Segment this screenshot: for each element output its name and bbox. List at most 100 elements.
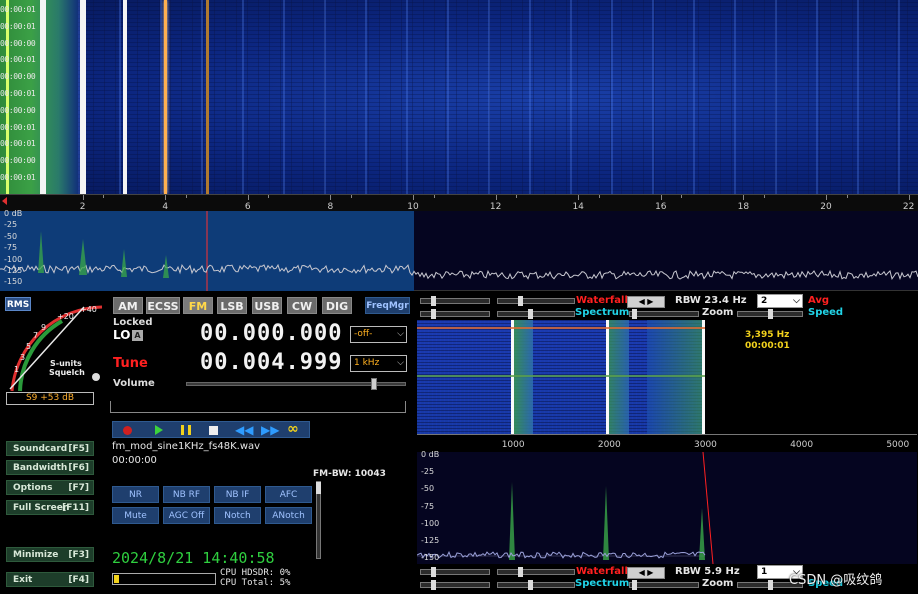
audio-db-label: -50	[421, 484, 435, 494]
squelch-label: Squelch	[49, 368, 85, 377]
side-button-label: Full Screen	[13, 503, 70, 513]
rbw-arrow-buttons[interactable]: ◀ ▶	[627, 567, 665, 579]
dsp-button-anotch[interactable]: ANotch	[265, 507, 312, 524]
audio-harmonic-line	[702, 320, 705, 434]
dsp-button-nb-if[interactable]: NB IF	[214, 486, 261, 503]
audio-spectrum[interactable]: 0 dB -25 -50 -75 -100 -125 -150	[417, 450, 917, 564]
fm-bw-slider[interactable]	[316, 481, 321, 559]
audio-top-controls: Waterfall ◀ ▶ RBW 23.4 Hz 2 ⌵ Avg Spectru…	[415, 292, 918, 320]
spectrum-level-slider[interactable]	[497, 580, 575, 590]
side-button-options[interactable]: Options [F7]	[6, 480, 94, 495]
audio-db-label: 0 dB	[421, 450, 440, 459]
audio-db-label: -125	[421, 536, 440, 545]
rewind-icon[interactable]: ◀◀	[235, 423, 253, 437]
axis-tick-mark	[660, 195, 662, 200]
mode-button-lsb[interactable]: LSB	[217, 297, 247, 314]
audio-bottom-controls: Waterfall ◀ ▶ RBW 5.9 Hz 1 ⌵ Spectrum Zoo…	[415, 564, 918, 594]
squelch-knob[interactable]	[92, 373, 100, 381]
control-panel: RMS +40 +20 9 7 5 3 1 S-units Squelch S9…	[0, 291, 414, 594]
waterfall-contrast-slider[interactable]	[420, 296, 490, 306]
zoom-slider[interactable]	[629, 580, 699, 590]
db-label: -50	[4, 231, 18, 241]
chevron-down-icon: ⌵	[397, 329, 404, 339]
axis-tick-mark	[908, 195, 910, 200]
spectrum-contrast-slider[interactable]	[420, 580, 490, 590]
player-position: 00:00:00	[112, 455, 157, 466]
volume-slider-knob[interactable]	[371, 378, 378, 390]
waterfall-level-slider[interactable]	[497, 296, 575, 306]
waterfall-timestamp: 00:00:01	[0, 88, 36, 98]
axis-tick-mark	[578, 195, 580, 200]
waterfall-carrier-line	[40, 0, 46, 194]
side-button-full-screen[interactable]: Full Screen [F11]	[6, 500, 94, 515]
audio-axis-tick: 2000	[597, 440, 621, 450]
main-spectrum-trace	[0, 211, 918, 291]
pause-icon[interactable]	[181, 425, 191, 435]
dsp-button-nr[interactable]: NR	[112, 486, 159, 503]
play-icon[interactable]	[155, 425, 163, 435]
stop-icon[interactable]	[209, 426, 218, 435]
side-button-label: Exit	[13, 575, 33, 585]
cursor-time: 00:00:01	[745, 341, 790, 351]
spectrum-level-slider[interactable]	[497, 309, 575, 319]
axis-tick-mark	[103, 195, 105, 198]
cpu-total-label: CPU Total: 5%	[220, 578, 291, 588]
zoom-slider[interactable]	[629, 309, 699, 319]
volume-slider[interactable]	[186, 378, 406, 390]
side-button-soundcard[interactable]: Soundcard [F5]	[6, 441, 94, 456]
side-button-bandwidth[interactable]: Bandwidth [F6]	[6, 460, 94, 475]
waterfall-timestamp: 00:00:00	[0, 105, 36, 115]
speed-slider[interactable]	[737, 309, 803, 319]
tune-step-dropdown[interactable]: 1 kHz ⌵	[350, 355, 407, 372]
audio-axis-tick: 5000	[886, 440, 910, 450]
dsp-button-afc[interactable]: AFC	[265, 486, 312, 503]
audio-signal-band	[513, 320, 533, 434]
dsp-button-nb-rf[interactable]: NB RF	[163, 486, 210, 503]
loop-icon[interactable]: ∞	[287, 421, 299, 437]
lo-a-badge[interactable]: A	[132, 330, 143, 341]
spectrum-label: Spectrum	[575, 578, 630, 589]
chevron-down-icon: ⌵	[397, 358, 404, 368]
lo-dropdown[interactable]: -off- ⌵	[350, 326, 407, 343]
mode-button-am[interactable]: AM	[113, 297, 143, 314]
waterfall-contrast-slider[interactable]	[420, 567, 490, 577]
lo-frequency-display[interactable]: 00.000.000	[200, 321, 342, 346]
side-button-key: [F6]	[68, 463, 89, 473]
side-button-minimize[interactable]: Minimize [F3]	[6, 547, 94, 562]
audio-spectrum-line	[417, 550, 706, 559]
s-meter-reading: S9 +53 dB	[6, 392, 94, 405]
dsp-button-mute[interactable]: Mute	[112, 507, 159, 524]
mode-button-usb[interactable]: USB	[252, 297, 282, 314]
mode-button-dig[interactable]: DIG	[322, 297, 352, 314]
audio-waterfall[interactable]: 3,395 Hz 00:00:01	[417, 320, 917, 434]
waterfall-timestamp: 00:00:01	[0, 5, 36, 14]
rbw-arrow-buttons[interactable]: ◀ ▶	[627, 296, 665, 308]
tune-frequency-display[interactable]: 00.004.999	[200, 350, 342, 375]
axis-tick-mark	[743, 195, 745, 200]
freqmgr-button[interactable]: FreqMgr	[365, 297, 410, 314]
side-button-label: Soundcard	[13, 444, 68, 454]
mode-button-cw[interactable]: CW	[287, 297, 317, 314]
spectrum-contrast-slider[interactable]	[420, 309, 490, 319]
audio-spectrum-peak	[509, 482, 515, 560]
mode-button-fm[interactable]: FM	[183, 297, 213, 314]
waterfall-level-slider[interactable]	[497, 567, 575, 577]
main-frequency-axis[interactable]: 2 4 6 8 10 12 14 16 18 20 22	[0, 194, 918, 212]
axis-tick-mark	[82, 195, 84, 200]
main-spectrum[interactable]: 0 dB -25 -50 -75 -100 -125 -150	[0, 209, 918, 291]
audio-waterfall-marker	[417, 327, 705, 329]
fast-forward-icon[interactable]: ▶▶	[261, 423, 279, 437]
mode-button-ecss[interactable]: ECSS	[146, 297, 180, 314]
record-icon[interactable]	[123, 426, 132, 435]
locked-label: Locked	[113, 317, 153, 328]
dsp-button-notch[interactable]: Notch	[214, 507, 261, 524]
db-label: -75	[4, 243, 18, 253]
rbw-label: RBW 23.4 Hz	[675, 295, 747, 306]
scroll-left-icon[interactable]	[2, 197, 7, 205]
main-waterfall[interactable]: 00:00:01 00:00:01 00:00:00 00:00:01 00:00:00…	[0, 0, 918, 194]
side-button-exit[interactable]: Exit [F4]	[6, 572, 94, 587]
side-button-key: [F7]	[68, 483, 89, 493]
dsp-button-agc-off[interactable]: AGC Off	[163, 507, 210, 524]
audio-db-label: -75	[421, 501, 435, 511]
avg-combo[interactable]: 2 ⌵	[757, 294, 803, 308]
